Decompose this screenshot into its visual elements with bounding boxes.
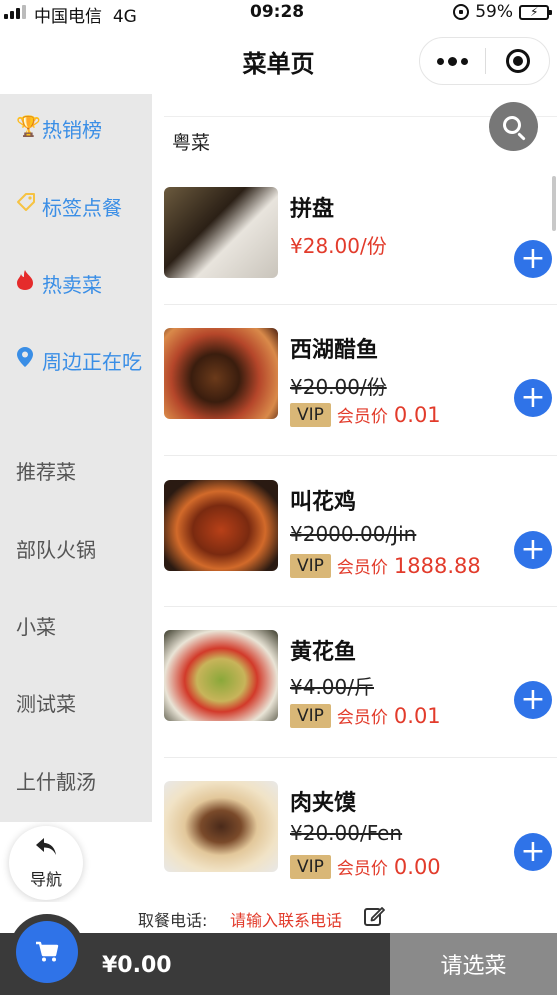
trophy-icon: 🏆 [16, 114, 41, 138]
status-right: 59% ⚡ [453, 2, 552, 22]
battery-percent: 59% [475, 2, 513, 22]
section-title: 粤菜 [172, 132, 211, 154]
dish-item-yellow-croaker[interactable]: 黄花鱼 ¥4.00/斤 VIP 会员价 0.01 + [152, 607, 557, 758]
dish-name: 叫花鸡 [290, 490, 357, 515]
sidebar-item-test-dishes[interactable]: 测试菜 [0, 688, 152, 720]
vip-label: 会员价 [336, 407, 388, 427]
reply-arrow-icon [34, 836, 58, 862]
more-menu-button[interactable] [420, 38, 485, 84]
signal-icon [4, 5, 26, 19]
dish-item-roujiamo[interactable]: 肉夹馍 ¥20.00/Fen VIP 会员价 0.00 + [152, 758, 557, 902]
dish-name: 西湖醋鱼 [290, 338, 379, 363]
original-price: ¥4.00/斤 [290, 675, 374, 699]
original-price: ¥2000.00/Jin [290, 522, 417, 546]
dish-image [164, 781, 278, 872]
dish-image [164, 480, 278, 571]
add-to-cart-button[interactable]: + [514, 379, 552, 417]
clock: 09:28 [250, 2, 305, 22]
cart-button[interactable] [9, 914, 85, 990]
original-price: ¥20.00/份 [290, 375, 387, 399]
fire-icon [16, 269, 42, 296]
dish-item-west-lake-fish[interactable]: 西湖醋鱼 ¥20.00/份 VIP 会员价 0.01 + [152, 305, 557, 456]
category-sidebar: 🏆 热销榜 标签点餐 热卖菜 周边正在吃 推荐菜 部队火锅 小菜 测试菜 上什靓… [0, 94, 152, 822]
location-pin-icon [16, 346, 42, 373]
orientation-lock-icon [453, 4, 470, 20]
sidebar-item-side-dishes[interactable]: 小菜 [0, 611, 152, 643]
dish-name: 黄花鱼 [290, 640, 357, 665]
pickup-phone-input[interactable]: 请输入联系电话 [230, 907, 342, 931]
edit-icon[interactable] [363, 905, 385, 927]
vip-badge: VIP [290, 553, 331, 578]
plus-icon: + [520, 532, 546, 567]
vip-price: 0.01 [393, 703, 441, 728]
vip-price: 0.01 [393, 402, 441, 427]
add-to-cart-button[interactable]: + [514, 681, 552, 719]
plus-icon: + [520, 241, 546, 276]
dish-list: 粤菜 拼盘 ¥28.00/份 + 西湖醋鱼 ¥20.00/份 VIP 会员价 0… [152, 94, 557, 902]
close-miniprogram-button[interactable] [486, 49, 549, 73]
vip-price-row: VIP 会员价 0.01 [290, 703, 441, 728]
vip-label: 会员价 [336, 558, 388, 578]
vip-price: 0.00 [393, 854, 441, 879]
dish-item-beggars-chicken[interactable]: 叫花鸡 ¥2000.00/Jin VIP 会员价 1888.88 + [152, 456, 557, 607]
add-to-cart-button[interactable]: + [514, 833, 552, 871]
vip-price-row: VIP 会员价 1888.88 [290, 553, 481, 578]
sidebar-item-tag-order[interactable]: 标签点餐 [0, 192, 152, 224]
cart-icon-wrap [16, 921, 78, 983]
plus-icon: + [520, 682, 546, 717]
dish-image [164, 328, 278, 419]
sidebar-item-recommended[interactable]: 推荐菜 [0, 456, 152, 488]
sidebar-item-nearby-eating[interactable]: 周边正在吃 [0, 346, 152, 378]
sidebar-item-hot-list[interactable]: 🏆 热销榜 [0, 114, 152, 146]
add-to-cart-button[interactable]: + [514, 240, 552, 278]
tag-icon [16, 192, 42, 217]
vip-price: 1888.88 [393, 553, 481, 578]
cart-total: ¥0.00 [102, 953, 172, 978]
dish-name: 拼盘 [290, 197, 335, 222]
navigation-button[interactable]: 导航 [9, 826, 83, 900]
carrier-name: 中国电信 4G [34, 7, 137, 27]
vip-price-row: VIP 会员价 0.00 [290, 854, 441, 879]
target-icon [505, 49, 530, 73]
dish-name: 肉夹馍 [290, 791, 357, 816]
sidebar-item-army-hotpot[interactable]: 部队火锅 [0, 534, 152, 566]
dish-item-platter[interactable]: 拼盘 ¥28.00/份 + [152, 154, 557, 305]
vip-badge: VIP [290, 703, 331, 728]
navigation-label: 导航 [29, 870, 62, 889]
plus-icon: + [520, 380, 546, 415]
pickup-phone-label: 取餐电话: [138, 911, 208, 930]
add-to-cart-button[interactable]: + [514, 531, 552, 569]
dish-price: ¥28.00/份 [290, 234, 387, 258]
dish-image [164, 187, 278, 278]
miniprogram-capsule [419, 37, 550, 85]
battery-icon: ⚡ [519, 4, 552, 20]
sidebar-item-hot-dishes[interactable]: 热卖菜 [0, 269, 152, 301]
dish-image [164, 630, 278, 721]
nav-bar: 菜单页 [0, 26, 557, 94]
vip-price-row: VIP 会员价 0.01 [290, 402, 441, 427]
status-bar: 中国电信 4G 09:28 59% ⚡ [0, 0, 557, 27]
search-button[interactable] [489, 102, 538, 151]
vip-label: 会员价 [336, 859, 388, 879]
shopping-cart-icon [36, 941, 59, 962]
pickup-phone-bar: 取餐电话: 请输入联系电话 [0, 902, 557, 933]
plus-icon: + [520, 834, 546, 869]
vip-label: 会员价 [336, 708, 388, 728]
vip-badge: VIP [290, 854, 331, 879]
search-icon [503, 116, 521, 134]
vip-badge: VIP [290, 402, 331, 427]
original-price: ¥20.00/Fen [290, 821, 403, 845]
checkout-button[interactable]: 请选菜 [390, 933, 557, 995]
sidebar-item-soups[interactable]: 上什靓汤 [0, 766, 152, 798]
